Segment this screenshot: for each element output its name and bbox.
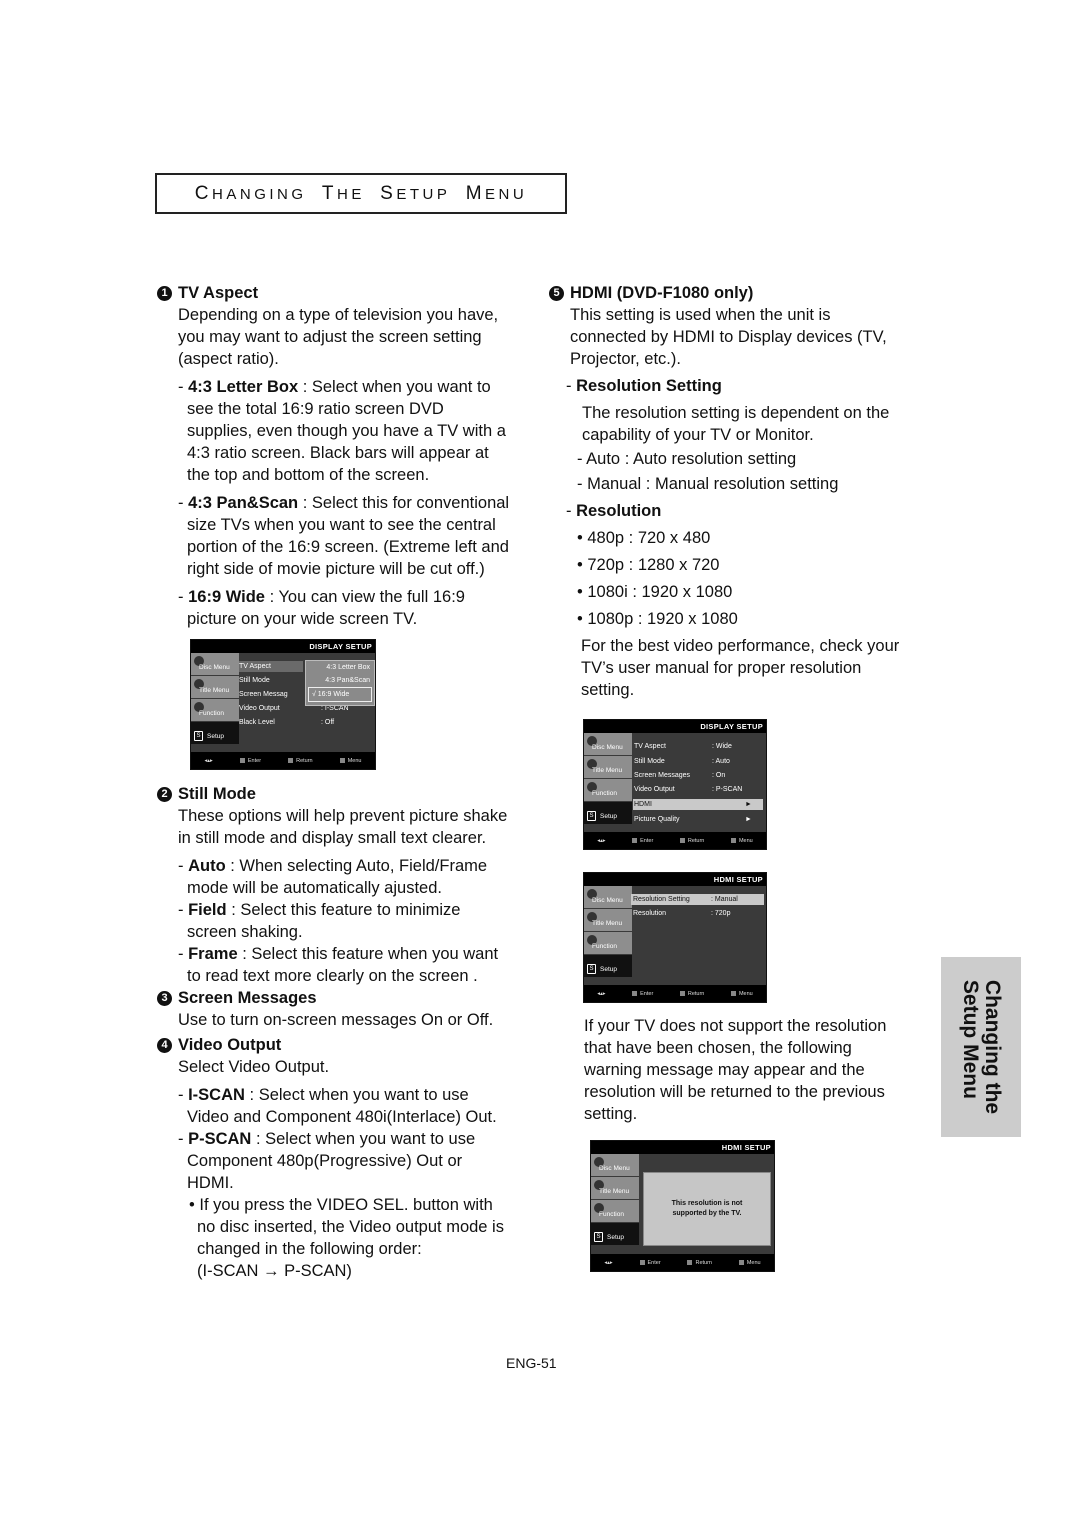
number-5-icon: 5 xyxy=(549,285,564,301)
panscan-description: - 4:3 Pan&Scan : Select this for convent… xyxy=(178,494,510,578)
still-mode-heading: Still Mode xyxy=(178,785,256,803)
warning-message-box: This resolution is not supported by the T… xyxy=(643,1172,771,1246)
osd-sidebar: Disc Menu Title Menu Function S Setup xyxy=(191,653,239,752)
osd-display-setup-aspect: DISPLAY SETUP Disc Menu Title Menu Funct… xyxy=(190,639,376,770)
setup-icon: S xyxy=(587,964,596,974)
osd-row: HDMI ► xyxy=(633,799,763,810)
section-header-box: CHANGING THE SETUP MENU xyxy=(155,173,567,214)
hdmi-heading: HDMI (DVD-F1080 only) xyxy=(570,284,754,302)
pscan-description: - P-SCAN : Select when you want to use C… xyxy=(178,1130,476,1192)
setup-icon: S xyxy=(594,1232,603,1242)
frame-description: - Frame : Select this feature when you w… xyxy=(178,945,499,985)
osd-row: TV Aspect xyxy=(239,661,303,672)
iscan-description: - I-SCAN : Select when you want to use V… xyxy=(178,1086,497,1126)
page-number: ENG-51 xyxy=(506,1355,557,1371)
wide-description: - 16:9 Wide : You can view the full 16:9… xyxy=(178,588,465,628)
hdmi-section: 5 HDMI (DVD-F1080 only) This setting is u… xyxy=(549,282,919,701)
osd-display-setup-hdmi: DISPLAY SETUP Disc Menu Title Menu Funct… xyxy=(583,719,767,850)
resolution-heading: - Resolution xyxy=(566,502,662,520)
osd-tab-disc-menu: Disc Menu xyxy=(191,653,239,676)
screen-messages-heading: Screen Messages xyxy=(178,989,317,1007)
tv-aspect-section: 1 TV Aspect Depending on a type of televi… xyxy=(157,282,537,630)
letterbox-description: - 4:3 Letter Box : Select when you want … xyxy=(178,378,506,484)
number-1-icon: 1 xyxy=(157,285,172,301)
aspect-popup: 4:3 Letter Box 4:3 Pan&Scan √ 16:9 Wide xyxy=(305,660,375,706)
tv-aspect-heading: TV Aspect xyxy=(178,284,259,302)
number-3-icon: 3 xyxy=(157,990,172,1006)
setup-icon: S xyxy=(587,811,596,821)
auto-description: - Auto : When selecting Auto, Field/Fram… xyxy=(178,857,488,897)
video-sel-note: • If you press the VIDEO SEL. button wit… xyxy=(189,1196,504,1280)
still-mode-section: 2 Still Mode These options will help prev… xyxy=(157,783,537,1282)
enter-icon xyxy=(239,757,245,763)
number-2-icon: 2 xyxy=(157,786,172,802)
resolution-setting-heading: - Resolution Setting xyxy=(566,377,722,395)
nav-arrows-icon: ◂▴▸ xyxy=(597,837,606,844)
side-tab-line-1: Changing the xyxy=(981,979,1004,1115)
video-output-heading: Video Output xyxy=(178,1036,282,1054)
chapter-side-tab: Changing the Setup Menu xyxy=(941,957,1021,1137)
nav-arrows-icon: ◂▴▸ xyxy=(204,757,213,764)
osd-hdmi-warning: HDMI SETUP Disc Menu Title Menu Function… xyxy=(590,1140,775,1272)
field-description: - Field : Select this feature to minimiz… xyxy=(178,901,461,941)
osd-tab-function: Function xyxy=(191,699,239,722)
section-header-title: CHANGING THE SETUP MENU xyxy=(194,182,528,204)
nav-arrows-icon: ◂▴▸ xyxy=(604,1259,613,1266)
tv-aspect-intro: Depending on a type of television you ha… xyxy=(178,306,499,368)
menu-icon xyxy=(339,757,345,763)
resolution-list: • 480p : 720 x 480 • 720p : 1280 x 720 •… xyxy=(577,529,738,628)
warning-explanation: If your TV does not support the resoluti… xyxy=(584,1017,887,1123)
osd-hdmi-setup: HDMI SETUP Disc Menu Title Menu Function… xyxy=(583,872,767,1003)
nav-arrows-icon: ◂▴▸ xyxy=(597,990,606,997)
osd-tab-setup: S Setup xyxy=(191,722,239,745)
osd-title: DISPLAY SETUP xyxy=(191,640,375,653)
setup-icon: S xyxy=(194,731,203,741)
number-4-icon: 4 xyxy=(157,1037,172,1053)
osd-tab-title-menu: Title Menu xyxy=(191,676,239,699)
osd-row: Resolution Setting: Manual xyxy=(631,894,764,905)
osd-footer: ◂▴▸ Enter Return Menu xyxy=(191,752,375,769)
arrow-right-icon: ► xyxy=(745,801,752,808)
return-icon xyxy=(288,757,294,763)
arrow-right-icon: ► xyxy=(745,816,752,823)
osd-row: Picture Quality ► xyxy=(634,816,752,823)
side-tab-line-2: Setup Menu xyxy=(959,979,982,1099)
